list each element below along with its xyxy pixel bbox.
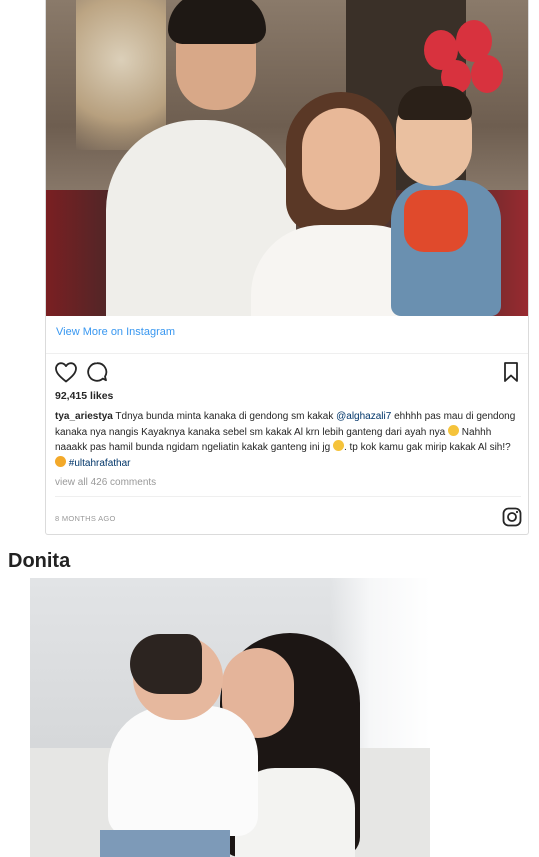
child-shirt <box>108 706 258 836</box>
divider <box>46 353 528 354</box>
instagram-embed: View More on Instagram 92,415 likes tya_… <box>45 0 529 535</box>
caption-hashtag-link[interactable]: #ultahrafathar <box>69 458 131 469</box>
section-heading: Donita <box>8 550 71 572</box>
background-light <box>76 0 166 150</box>
divider <box>55 496 521 497</box>
baby-shirt <box>404 190 468 252</box>
caption-username[interactable]: tya_ariestya <box>55 411 113 422</box>
caption-text: Tdnya bunda minta kanaka di gendong sm k… <box>112 411 337 422</box>
post-photo[interactable] <box>46 0 528 316</box>
view-all-comments-link[interactable]: view all 426 comments <box>55 477 156 488</box>
likes-count: 92,415 likes <box>55 390 114 402</box>
balloon <box>471 55 503 93</box>
person-hair <box>168 0 266 44</box>
child-hair <box>130 634 202 694</box>
child-jeans <box>100 830 230 857</box>
baby-hair <box>398 86 472 120</box>
grinning-sweat-emoji-icon <box>332 440 344 451</box>
post-caption: tya_ariestya Tdnya bunda minta kanaka di… <box>55 409 517 471</box>
bookmark-icon[interactable] <box>502 361 520 383</box>
article-photo <box>30 578 430 857</box>
instagram-logo-icon[interactable] <box>502 507 522 527</box>
comment-icon[interactable] <box>86 361 108 383</box>
caption-mention-link[interactable]: @alghazali7 <box>336 411 391 422</box>
person-face <box>302 108 380 210</box>
caption-text: . tp kok kamu gak mirip kakak Al sih!? <box>343 442 511 453</box>
winking-tongue-emoji-icon <box>55 455 66 467</box>
post-timestamp: 8 MONTHS AGO <box>55 514 116 523</box>
view-more-on-instagram-link[interactable]: View More on Instagram <box>56 326 175 338</box>
grimacing-emoji-icon <box>448 424 460 436</box>
heart-icon[interactable] <box>54 361 78 383</box>
